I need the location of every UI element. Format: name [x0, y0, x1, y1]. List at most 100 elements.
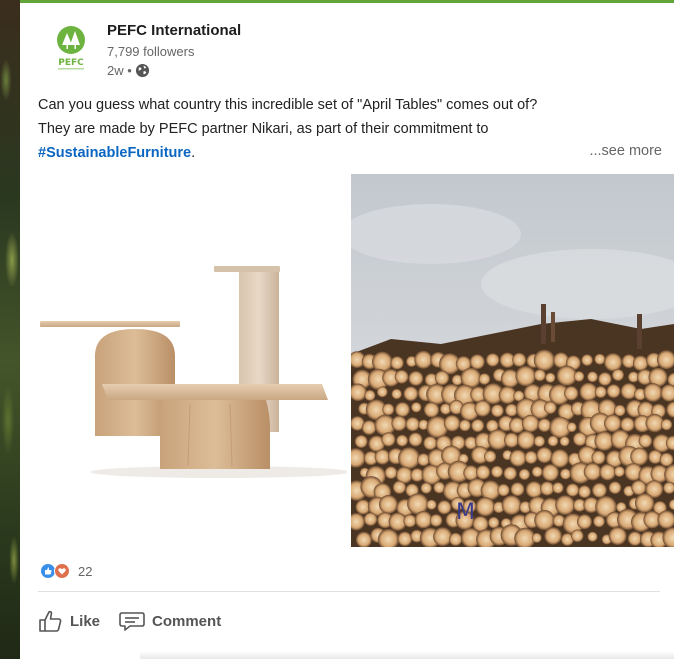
log-end — [566, 422, 577, 433]
comment-button[interactable]: Comment — [118, 609, 221, 633]
log-end — [408, 432, 423, 447]
log-end — [606, 384, 621, 398]
comment-label: Comment — [152, 612, 222, 630]
log-end — [426, 499, 437, 510]
log-end — [411, 402, 422, 413]
log-end — [512, 352, 527, 367]
log-end — [391, 388, 402, 400]
log-end — [560, 468, 571, 480]
log-end — [449, 532, 463, 546]
log-end — [474, 400, 491, 417]
pefc-logo[interactable]: PEFC — [48, 23, 94, 73]
log-end — [434, 370, 450, 386]
like-label: Like — [70, 612, 101, 630]
log-end — [571, 529, 584, 543]
hashtag-link[interactable]: #SustainableFurniture — [38, 145, 191, 161]
log-end — [536, 447, 553, 464]
log-mark: M — [456, 500, 475, 525]
log-end — [614, 466, 625, 477]
follower-count: 7,799 followers — [107, 44, 195, 59]
log-end — [429, 514, 443, 527]
log-end — [395, 402, 410, 417]
reactions-bar[interactable]: 22 — [40, 563, 92, 579]
log-end — [392, 480, 406, 494]
log-end — [594, 386, 607, 398]
log-end — [376, 386, 388, 398]
log-end — [397, 531, 413, 547]
log-end — [394, 369, 409, 384]
like-button[interactable]: Like — [38, 609, 100, 633]
log-end — [533, 369, 546, 382]
log-end — [501, 495, 522, 515]
post-meta: 2w • — [107, 63, 150, 78]
log-end — [521, 414, 540, 433]
log-end — [518, 468, 530, 480]
reaction-count[interactable]: 22 — [78, 564, 92, 579]
feed-post-card: PEFC PEFC International 7,799 followers … — [20, 3, 674, 659]
post-text-line-2: They are made by PEFC partner Nikari, as… — [38, 121, 489, 137]
log-end — [414, 350, 433, 369]
action-bar: Like Comment — [38, 609, 221, 633]
log-end — [491, 404, 504, 418]
tables-photo[interactable] — [20, 174, 347, 547]
log-end — [573, 371, 585, 382]
log-end — [533, 435, 545, 447]
log-end — [384, 466, 398, 480]
log-end — [391, 415, 407, 431]
log-end — [504, 432, 519, 448]
log-end — [638, 434, 653, 448]
action-divider — [38, 591, 660, 592]
log-end — [381, 432, 396, 447]
comment-icon — [119, 612, 145, 631]
log-end — [488, 516, 500, 529]
log-end — [604, 414, 622, 432]
log-end — [372, 351, 393, 373]
log-end — [361, 420, 377, 435]
log-end — [544, 527, 562, 545]
log-end — [599, 464, 616, 481]
log-end — [515, 365, 536, 387]
log-end — [593, 515, 605, 528]
log-end — [408, 371, 424, 386]
log-end — [414, 511, 433, 529]
log-end — [379, 495, 398, 514]
log-end — [660, 418, 673, 431]
log-end — [420, 482, 432, 494]
globe-icon — [135, 63, 149, 78]
log-end — [459, 419, 471, 432]
log-end — [398, 447, 420, 469]
log-end — [604, 353, 623, 372]
post-header: PEFC PEFC International 7,799 followers … — [20, 3, 674, 91]
log-end — [364, 389, 376, 401]
log-end — [509, 449, 527, 467]
log-end — [659, 452, 674, 467]
post-age: 2w • — [107, 63, 132, 78]
log-end — [503, 466, 517, 481]
see-more-button[interactable]: ...see more — [589, 143, 662, 159]
log-end — [433, 527, 453, 547]
log-end — [620, 417, 635, 432]
log-end — [598, 372, 612, 386]
log-end — [630, 447, 649, 466]
log-end — [475, 465, 491, 480]
log-end — [578, 485, 591, 499]
log-end — [531, 532, 542, 543]
log-end — [620, 383, 637, 400]
log-end — [634, 493, 655, 513]
log-end — [541, 464, 559, 482]
thumbs-up-icon — [39, 610, 62, 632]
log-end — [594, 353, 606, 365]
log-end — [581, 354, 593, 366]
log-end — [583, 462, 602, 481]
log-end — [475, 497, 495, 517]
log-end — [564, 386, 579, 401]
log-end — [612, 369, 624, 381]
log-end — [437, 500, 452, 515]
company-name-link[interactable]: PEFC International — [107, 22, 241, 39]
log-end — [469, 354, 485, 370]
log-end — [608, 481, 622, 495]
log-end — [577, 514, 592, 530]
log-end — [354, 435, 368, 448]
log-end — [510, 482, 525, 497]
logs-photo[interactable]: M — [351, 174, 674, 547]
